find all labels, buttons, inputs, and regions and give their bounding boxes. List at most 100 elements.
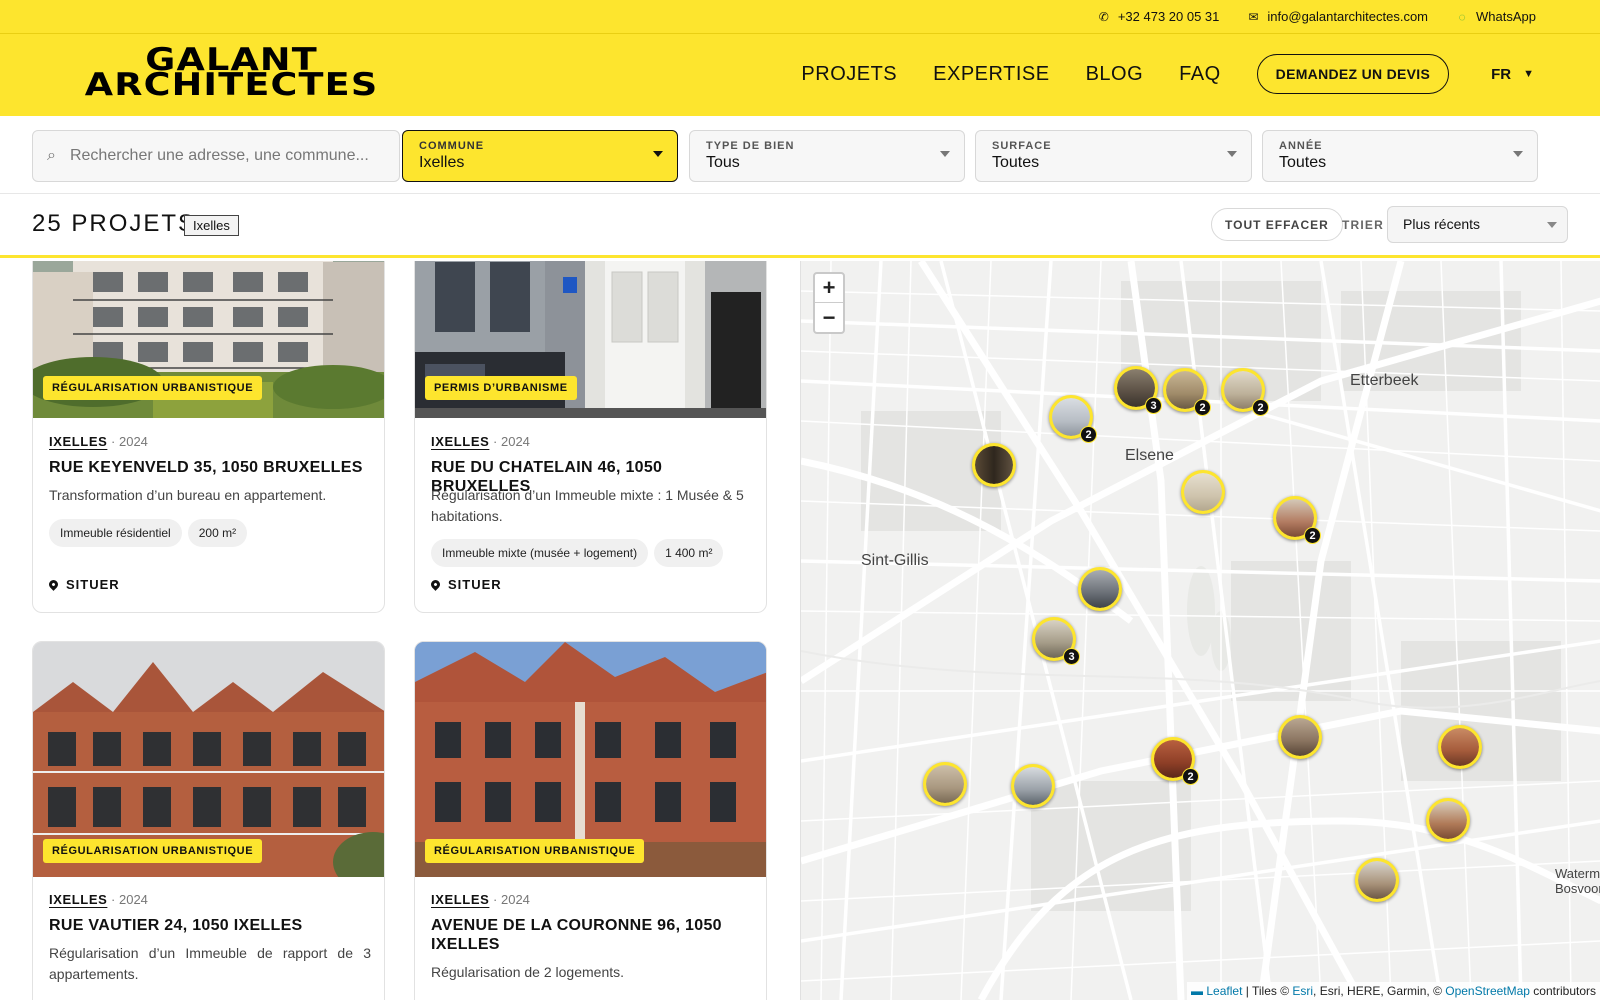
language-selector[interactable]: FR ▼ <box>1491 66 1534 83</box>
search-box[interactable]: ⌕ <box>32 130 400 182</box>
filter-commune-value: Ixelles <box>419 154 465 171</box>
project-description: Transformation d’un bureau en appartemen… <box>49 487 327 503</box>
map-cluster-marker[interactable]: 2 <box>1273 496 1321 544</box>
locate-button[interactable]: SITUER <box>429 577 502 592</box>
contact-bar: ✆ +32 473 20 05 31 ✉ info@galantarchitec… <box>0 0 1600 34</box>
project-badge: RÉGULARISATION URBANISTIQUE <box>43 376 263 400</box>
chevron-down-icon <box>1513 151 1523 157</box>
project-meta: IXELLES · 2024 <box>431 892 530 907</box>
language-value: FR <box>1491 65 1512 83</box>
filter-surface-label: SURFACE <box>992 140 1052 152</box>
leaflet-link[interactable]: ▬ Leaflet <box>1191 984 1242 998</box>
nav-faq[interactable]: FAQ <box>1179 63 1221 86</box>
map-marker[interactable] <box>972 443 1016 487</box>
project-tag: Immeuble résidentiel <box>49 519 182 547</box>
phone-icon: ✆ <box>1098 9 1109 24</box>
site-logo[interactable]: GALANT ARCHITECTES <box>64 45 399 103</box>
map-cluster-marker[interactable]: 2 <box>1163 368 1211 416</box>
project-title[interactable]: RUE VAUTIER 24, 1050 IXELLES <box>49 916 371 935</box>
map-marker[interactable] <box>1181 470 1225 514</box>
project-city[interactable]: IXELLES <box>431 892 489 907</box>
project-thumbnail <box>1355 858 1399 902</box>
project-card[interactable]: RÉGULARISATION URBANISTIQUE IXELLES · 20… <box>414 641 767 1000</box>
attribution-text: contributors <box>1529 984 1596 998</box>
map-cluster-marker[interactable]: 2 <box>1151 737 1199 785</box>
email-link[interactable]: ✉ info@galantarchitectes.com <box>1247 9 1428 24</box>
map-marker[interactable] <box>1426 798 1470 842</box>
mail-icon: ✉ <box>1248 9 1259 24</box>
map-place-label: Sint-Gillis <box>861 552 929 569</box>
project-title[interactable]: RUE KEYENVELD 35, 1050 BRUXELLES <box>49 458 371 477</box>
project-thumbnail <box>1011 764 1055 808</box>
nav-expertise[interactable]: EXPERTISE <box>933 63 1049 86</box>
project-year: 2024 <box>118 892 148 907</box>
map-cluster-marker[interactable]: 2 <box>1221 368 1269 416</box>
nav-blog[interactable]: BLOG <box>1086 63 1144 86</box>
site-header: GALANT ARCHITECTES PROJETS EXPERTISE BLO… <box>0 34 1600 116</box>
nav-projets[interactable]: PROJETS <box>801 63 897 86</box>
map-cluster-marker[interactable]: 3 <box>1032 617 1080 665</box>
cluster-count: 2 <box>1080 426 1097 443</box>
map-cluster-marker[interactable]: 2 <box>1049 395 1097 443</box>
esri-link[interactable]: Esri <box>1292 984 1313 998</box>
results-count: 25 PROJETS <box>32 210 197 237</box>
filter-surface-value: Toutes <box>992 154 1040 171</box>
cluster-count: 2 <box>1304 527 1321 544</box>
project-thumbnail <box>1426 798 1470 842</box>
meta-separator: · <box>111 892 116 907</box>
project-card[interactable]: RÉGULARISATION URBANISTIQUE IXELLES · 20… <box>32 261 385 613</box>
filter-surface[interactable]: SURFACE Toutes <box>975 130 1252 182</box>
phone-link[interactable]: ✆ +32 473 20 05 31 <box>1098 9 1220 24</box>
map-marker[interactable] <box>1278 715 1322 759</box>
project-thumbnail <box>1278 715 1322 759</box>
map-marker[interactable] <box>1011 764 1055 808</box>
active-filter-chip[interactable]: Ixelles <box>184 215 239 236</box>
map-marker[interactable] <box>1355 858 1399 902</box>
filter-commune-label: COMMUNE <box>419 140 485 152</box>
sort-select[interactable]: Plus récents <box>1387 206 1568 243</box>
whatsapp-label: WhatsApp <box>1476 9 1536 24</box>
locate-button[interactable]: SITUER <box>47 577 120 592</box>
meta-separator: · <box>111 434 116 449</box>
filter-bar: ⌕ COMMUNE Ixelles TYPE DE BIEN Tous SURF… <box>0 116 1600 194</box>
search-input[interactable] <box>69 147 370 165</box>
clear-filters-button[interactable]: TOUT EFFACER <box>1211 208 1343 241</box>
map-marker[interactable] <box>923 762 967 806</box>
map-pin-icon <box>429 578 442 591</box>
project-city[interactable]: IXELLES <box>431 434 489 449</box>
map-marker[interactable] <box>1438 725 1482 769</box>
project-city[interactable]: IXELLES <box>49 434 107 449</box>
projects-map[interactable]: + − Etterbeek Elsene Sint-Gillis Waterma… <box>800 261 1600 1000</box>
project-title[interactable]: AVENUE DE LA COURONNE 96, 1050 IXELLES <box>431 916 753 954</box>
phone-number: +32 473 20 05 31 <box>1117 9 1220 24</box>
map-cluster-marker[interactable]: 3 <box>1114 366 1162 414</box>
results-bar: 25 PROJETS Ixelles TOUT EFFACER TRIER Pl… <box>0 194 1600 258</box>
attribution-text: , Esri, HERE, Garmin, © <box>1313 984 1446 998</box>
map-marker[interactable] <box>1078 567 1122 611</box>
osm-link[interactable]: OpenStreetMap <box>1445 984 1530 998</box>
project-list: RÉGULARISATION URBANISTIQUE IXELLES · 20… <box>0 261 800 1000</box>
whatsapp-link[interactable]: ◌ WhatsApp <box>1456 9 1536 24</box>
project-card[interactable]: PERMIS D’URBANISME IXELLES · 2024 RUE DU… <box>414 261 767 613</box>
project-tags: Immeuble résidentiel 200 m² <box>49 519 248 547</box>
quote-button[interactable]: DEMANDEZ UN DEVIS <box>1256 54 1450 94</box>
cluster-count: 2 <box>1194 399 1211 416</box>
zoom-out-button[interactable]: − <box>815 303 843 332</box>
meta-separator: · <box>493 434 498 449</box>
zoom-in-button[interactable]: + <box>815 274 843 303</box>
project-city[interactable]: IXELLES <box>49 892 107 907</box>
chevron-down-icon <box>1547 222 1557 228</box>
project-description: Régularisation d’un Immeuble mixte : 1 M… <box>431 487 744 524</box>
filter-annee[interactable]: ANNÉE Toutes <box>1262 130 1538 182</box>
whatsapp-icon: ◌ <box>1458 9 1466 24</box>
project-card[interactable]: RÉGULARISATION URBANISTIQUE IXELLES · 20… <box>32 641 385 1000</box>
map-place-label: Waterma <box>1555 866 1600 881</box>
filter-type[interactable]: TYPE DE BIEN Tous <box>689 130 965 182</box>
filter-annee-label: ANNÉE <box>1279 140 1323 152</box>
project-description: Régularisation de 2 logements. <box>431 964 625 980</box>
filter-type-label: TYPE DE BIEN <box>706 140 795 152</box>
logo-line-2: ARCHITECTES <box>84 67 379 103</box>
project-tags: Immeuble mixte (musée + logement) 1 400 … <box>431 539 724 567</box>
filter-commune[interactable]: COMMUNE Ixelles <box>402 130 678 182</box>
sort-label: TRIER <box>1342 218 1384 232</box>
